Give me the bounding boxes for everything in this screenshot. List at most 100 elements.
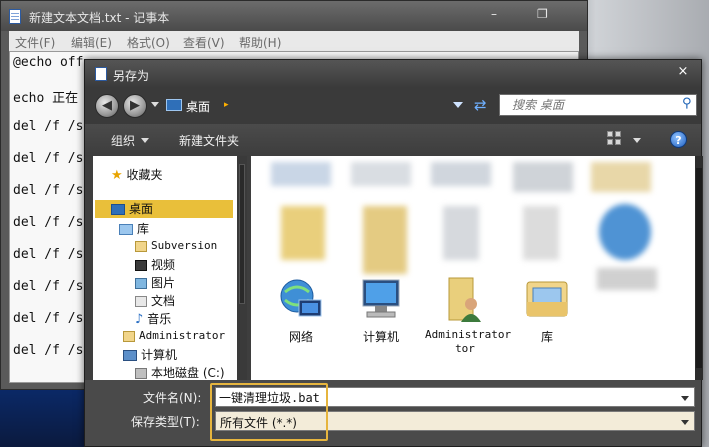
address-dropdown-icon[interactable] <box>453 102 463 108</box>
file-item-administrator[interactable]: Administrator tor <box>425 276 511 356</box>
user-folder-icon <box>123 330 135 342</box>
text-line: del /f /s <box>13 343 84 358</box>
file-list-scrollbar[interactable] <box>695 156 703 380</box>
menu-edit[interactable]: 编辑(E) <box>71 34 112 51</box>
blurred-app-icon <box>599 204 651 260</box>
tree-item-library[interactable]: 库 <box>119 220 149 237</box>
refresh-icon[interactable]: ⇄ <box>474 96 487 114</box>
scrollbar-thumb[interactable] <box>696 168 702 368</box>
help-icon[interactable]: ? <box>670 131 687 148</box>
file-item-library[interactable]: 库 <box>507 276 587 356</box>
forward-button[interactable]: ▶ <box>123 94 147 118</box>
blurred-file-icon <box>271 162 331 186</box>
tree-item-label: 本地磁盘 (C:) <box>151 366 225 380</box>
music-icon: ♪ <box>135 312 144 327</box>
blurred-folder-icon <box>363 206 407 274</box>
tree-item-label: 视频 <box>151 258 176 272</box>
history-dropdown-icon[interactable] <box>151 102 159 107</box>
tree-item-music[interactable]: ♪ 音乐 <box>135 310 171 327</box>
dialog-titlebar[interactable]: 另存为 × <box>85 60 701 88</box>
chevron-down-icon[interactable] <box>633 138 641 143</box>
menu-file[interactable]: 文件(F) <box>15 34 55 51</box>
tree-item-pictures[interactable]: 图片 <box>135 274 175 291</box>
save-form: 文件名(N): 保存类型(T): 所有文件 (*.*) <box>85 380 701 446</box>
desktop-wallpaper-corner <box>0 385 90 447</box>
tree-item-desktop[interactable]: 桌面 <box>95 200 233 218</box>
blurred-file-icon <box>513 162 573 192</box>
search-box: ⚲ <box>499 94 697 116</box>
highlight-annotation <box>210 383 328 441</box>
organize-button[interactable]: 组织 <box>111 132 135 149</box>
text-line: del /f /s <box>13 215 84 230</box>
scrollbar-thumb[interactable] <box>239 164 245 304</box>
desktop-icon <box>166 99 182 111</box>
file-item-label: 网络 <box>288 330 313 344</box>
new-folder-button[interactable]: 新建文件夹 <box>179 132 239 149</box>
tree-item-label: 桌面 <box>129 202 154 216</box>
blurred-folder-icon <box>281 206 325 260</box>
search-icon[interactable]: ⚲ <box>682 96 692 111</box>
file-item-computer[interactable]: 计算机 <box>341 276 421 356</box>
star-icon: ★ <box>111 168 123 183</box>
video-icon <box>135 260 147 271</box>
text-line: del /f /s <box>13 247 84 262</box>
nav-pane-scrollbar[interactable] <box>237 156 247 380</box>
close-button[interactable]: × <box>673 64 693 82</box>
file-item-label: 计算机 <box>362 330 399 344</box>
tree-item-label: 收藏夹 <box>126 168 163 182</box>
blurred-file-icon <box>443 206 479 260</box>
blurred-file-icon <box>351 162 411 186</box>
chevron-down-icon[interactable] <box>681 396 689 401</box>
desktop-icon <box>111 204 125 215</box>
menu-help[interactable]: 帮助(H) <box>239 34 281 51</box>
filetype-label: 保存类型(T): <box>131 415 200 429</box>
tree-item-label: Subversion <box>151 239 218 252</box>
tree-item-label: 库 <box>137 222 150 236</box>
tree-item-administrator[interactable]: Administrator <box>123 329 225 342</box>
search-input[interactable] <box>500 95 676 115</box>
text-line: del /f /s <box>13 279 84 294</box>
menu-view[interactable]: 查看(V) <box>183 34 225 51</box>
notepad-icon <box>9 9 21 24</box>
tree-item-label: 图片 <box>151 276 176 290</box>
tree-item-label: 计算机 <box>141 348 178 362</box>
restore-button[interactable]: ❐ <box>537 7 548 21</box>
menu-format[interactable]: 格式(O) <box>127 34 170 51</box>
text-line: del /f /s <box>13 151 84 166</box>
minimize-button[interactable]: – <box>491 7 497 21</box>
tree-item-videos[interactable]: 视频 <box>135 256 175 273</box>
text-line: del /f /s <box>13 119 84 134</box>
folder-icon <box>135 240 147 252</box>
blurred-file-icon <box>591 162 651 192</box>
tree-item-documents[interactable]: 文档 <box>135 292 175 309</box>
breadcrumb-desktop[interactable]: 桌面 <box>186 98 210 115</box>
notepad-menubar: 文件(F) 编辑(E) 格式(O) 查看(V) 帮助(H) <box>9 31 579 51</box>
back-button[interactable]: ◀ <box>95 94 119 118</box>
tree-item-favorites[interactable]: ★ 收藏夹 <box>111 166 163 183</box>
file-item-label-wrap: tor <box>455 342 475 355</box>
notepad-title: 新建文本文档.txt - 记事本 <box>29 11 170 25</box>
text-line: del /f /s <box>13 311 84 326</box>
breadcrumb-chevron-icon[interactable]: ▸ <box>224 100 229 110</box>
library-icon <box>119 224 133 235</box>
tree-item-local-disk-c[interactable]: 本地磁盘 (C:) <box>135 364 225 380</box>
file-item-network[interactable]: 网络 <box>261 276 341 356</box>
view-options-icon[interactable] <box>607 131 623 147</box>
drive-icon <box>135 368 147 379</box>
blurred-file-icon <box>523 206 559 260</box>
chevron-down-icon[interactable] <box>681 420 689 425</box>
computer-icon <box>123 350 137 361</box>
dialog-title: 另存为 <box>113 69 150 83</box>
chevron-down-icon[interactable] <box>141 138 149 143</box>
text-line: echo 正在 <box>13 91 79 106</box>
tree-item-computer[interactable]: 计算机 <box>123 346 177 363</box>
notepad-icon <box>95 67 107 81</box>
dialog-toolbar: 组织 新建文件夹 ? <box>85 124 701 156</box>
tree-item-subversion[interactable]: Subversion <box>135 239 217 252</box>
tree-item-label: Administrator <box>139 329 226 342</box>
library-icon <box>526 281 568 317</box>
notepad-titlebar[interactable]: 新建文本文档.txt - 记事本 – ❐ <box>1 1 587 31</box>
file-item-label: 库 <box>540 330 553 344</box>
text-line: @echo off <box>13 55 84 70</box>
blurred-file-label <box>597 268 657 290</box>
